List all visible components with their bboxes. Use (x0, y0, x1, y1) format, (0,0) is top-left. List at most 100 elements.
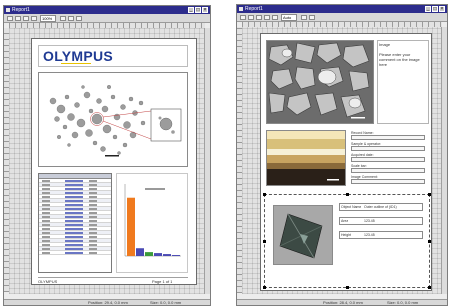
table-cell (89, 224, 97, 226)
table-cell (42, 188, 50, 190)
table-cell-highlight (65, 192, 83, 194)
chart-title-placeholder (145, 188, 165, 190)
title-bar[interactable]: Report1 _ □ × (237, 5, 447, 13)
measurement-row[interactable]: Object Name Outer outline of (ID1) (339, 203, 423, 211)
table-cell-highlight (65, 232, 83, 234)
status-position: Position: 28.4, 0.0 mm (323, 300, 363, 305)
status-bar: Position: 29.4, 0.0 mm Size: 0.0, 0.0 mm (4, 299, 210, 305)
frame-tool-icon[interactable] (31, 16, 37, 21)
histogram-bar (154, 253, 162, 256)
table-cell (42, 180, 50, 182)
measurement-row[interactable]: Area 123.45 (339, 217, 423, 225)
table-cell (42, 200, 50, 202)
histogram-frame[interactable] (116, 173, 188, 273)
grid-icon[interactable] (76, 16, 82, 21)
table-cell-highlight (65, 220, 83, 222)
text-tool-icon[interactable] (256, 15, 262, 20)
resize-handle[interactable] (428, 286, 431, 289)
vertical-scrollbar[interactable] (441, 27, 447, 294)
resize-handle[interactable] (346, 193, 349, 196)
report-canvas[interactable]: Image Please enter your comment on the i… (242, 27, 442, 294)
caption-frame[interactable] (377, 40, 429, 124)
zoom-select[interactable]: Auto (281, 14, 297, 21)
resize-handle[interactable] (263, 193, 266, 196)
resize-handle[interactable] (428, 240, 431, 243)
new-page-icon[interactable] (7, 16, 13, 21)
resize-handle[interactable] (263, 286, 266, 289)
table-cell-highlight (65, 208, 83, 210)
resize-handle[interactable] (263, 240, 266, 243)
header-frame[interactable]: OLYMPUS (38, 45, 188, 67)
info-field-value[interactable] (351, 168, 425, 173)
maximize-icon[interactable]: □ (195, 7, 201, 13)
info-field-value[interactable] (351, 135, 425, 140)
table-cell (89, 204, 97, 206)
table-cell-highlight (65, 240, 83, 242)
crystal-image-frame[interactable] (273, 205, 333, 265)
image-icon[interactable] (68, 16, 74, 21)
report-canvas[interactable]: OLYMPUS OLYMPUS Page 1 of 1 (9, 28, 205, 294)
status-size: Size: 0.0, 0.0 mm (150, 300, 182, 305)
measurement-value: 123.45 (364, 233, 375, 237)
app-icon (6, 8, 10, 12)
text-tool-icon[interactable] (23, 16, 29, 21)
table-cell (89, 196, 97, 198)
footer-page-number: Page 1 of 1 (152, 279, 173, 284)
info-field-value[interactable] (351, 157, 425, 162)
grid-icon[interactable] (309, 15, 315, 20)
info-field-value[interactable] (351, 146, 425, 151)
window-title: Report1 (12, 7, 30, 13)
scale-bar (351, 117, 365, 119)
histogram-chart (124, 184, 181, 257)
table-cell-highlight (65, 188, 83, 190)
selected-measure-frame[interactable]: Object Name Outer outline of (ID1) Area 123… (263, 193, 431, 289)
zoom-select[interactable]: 100% (40, 15, 56, 22)
resize-handle[interactable] (428, 193, 431, 196)
table-cell (89, 216, 97, 218)
image-tool-icon[interactable] (272, 15, 278, 20)
table-cell (89, 184, 97, 186)
status-size: Size: 0.0, 0.0 mm (387, 300, 419, 305)
particle-image-frame[interactable] (38, 72, 188, 167)
vertical-scrollbar[interactable] (204, 28, 210, 294)
report-page[interactable]: Image Please enter your comment on the i… (260, 33, 432, 291)
table-cell-highlight (65, 236, 83, 238)
table-row[interactable] (39, 251, 111, 255)
report-page[interactable]: OLYMPUS OLYMPUS Page 1 of 1 (31, 38, 197, 285)
measurement-label: Area (341, 219, 349, 223)
measurement-row[interactable]: Height 123.45 (339, 231, 423, 239)
histogram-bar (136, 248, 144, 256)
table-cell (89, 252, 97, 254)
logo-underline (61, 63, 91, 64)
table-cell (89, 236, 97, 238)
frame-tool-icon[interactable] (264, 15, 270, 20)
info-field-value[interactable] (351, 179, 425, 184)
close-icon[interactable]: × (439, 6, 445, 12)
status-bar: Position: 28.4, 0.0 mm Size: 0.0, 0.0 mm (237, 299, 447, 305)
table-cell-highlight (65, 244, 83, 246)
close-icon[interactable]: × (202, 7, 208, 13)
new-page-icon[interactable] (240, 15, 246, 20)
color-sample-image (267, 131, 345, 185)
table-cell-highlight (65, 184, 83, 186)
table-cell-highlight (65, 212, 83, 214)
table-cell-highlight (65, 252, 83, 254)
report-window-right: Report1 _ □ × Auto Image Please enter yo… (236, 4, 448, 306)
table-cell (89, 248, 97, 250)
micrograph-frame[interactable] (266, 40, 374, 124)
table-cell (42, 240, 50, 242)
color-sample-frame[interactable] (266, 130, 346, 186)
table-cell (42, 224, 50, 226)
minimize-icon[interactable]: _ (425, 6, 431, 12)
maximize-icon[interactable]: □ (432, 6, 438, 12)
select-tool-icon[interactable] (15, 16, 21, 21)
print-icon[interactable] (60, 16, 66, 21)
title-bar[interactable]: Report1 _ □ × (4, 6, 210, 14)
measurement-table[interactable] (38, 173, 112, 273)
olympus-logo: OLYMPUS (43, 48, 114, 64)
minimize-icon[interactable]: _ (188, 7, 194, 13)
resize-handle[interactable] (346, 286, 349, 289)
table-cell (42, 248, 50, 250)
print-icon[interactable] (301, 15, 307, 20)
select-tool-icon[interactable] (248, 15, 254, 20)
